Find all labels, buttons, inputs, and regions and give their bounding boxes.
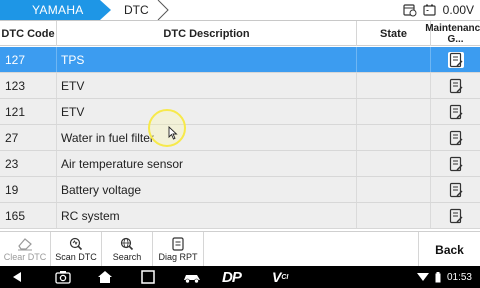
battery-status-icon bbox=[435, 271, 441, 282]
maintenance-guide-cell bbox=[431, 203, 480, 228]
camera-icon[interactable] bbox=[55, 269, 71, 285]
table-row[interactable]: 19 Battery voltage bbox=[0, 177, 480, 203]
settings-clock-icon[interactable] bbox=[403, 3, 417, 17]
dtc-code: 165 bbox=[0, 203, 57, 228]
maintenance-guide-cell bbox=[431, 99, 480, 124]
recent-apps-icon[interactable] bbox=[141, 269, 155, 285]
table-row[interactable]: 127 TPS bbox=[0, 47, 480, 73]
breadcrumb-brand[interactable]: YAMAHA bbox=[0, 0, 111, 20]
vehicle-icon[interactable] bbox=[182, 269, 202, 285]
mouse-pointer-icon bbox=[168, 126, 178, 140]
maintenance-guide-icon[interactable] bbox=[448, 208, 464, 224]
dtc-code: 19 bbox=[0, 177, 57, 202]
voltage-readout: 0.00V bbox=[442, 3, 474, 17]
wifi-icon bbox=[416, 273, 429, 281]
maintenance-guide-icon[interactable] bbox=[448, 182, 464, 198]
table-row[interactable]: 23 Air temperature sensor bbox=[0, 151, 480, 177]
vci-logo-sub: CI bbox=[281, 273, 289, 281]
maintenance-guide-icon[interactable] bbox=[448, 104, 464, 120]
dtc-state bbox=[357, 47, 431, 72]
diag-report-label: Diag RPT bbox=[158, 252, 198, 262]
vci-logo-text: V bbox=[272, 269, 282, 285]
maintenance-guide-icon[interactable] bbox=[448, 130, 464, 146]
system-nav-bar: DP V CI 01:53 bbox=[0, 266, 480, 288]
maintenance-guide-cell bbox=[431, 125, 480, 150]
maintenance-guide-icon[interactable] bbox=[448, 156, 464, 172]
maintenance-guide-cell bbox=[431, 177, 480, 202]
dtc-code: 127 bbox=[0, 47, 57, 72]
table-row[interactable]: 123 ETV bbox=[0, 73, 480, 99]
clear-dtc-label: Clear DTC bbox=[3, 252, 47, 262]
clear-dtc-button[interactable]: Clear DTC bbox=[0, 232, 51, 267]
table-row[interactable]: 121 ETV bbox=[0, 99, 480, 125]
back-button[interactable]: Back bbox=[418, 232, 480, 267]
dtc-description: TPS bbox=[57, 47, 357, 72]
vci-logo[interactable]: V CI bbox=[272, 269, 288, 285]
dtc-state bbox=[357, 151, 431, 176]
column-header-code: DTC Code bbox=[0, 21, 57, 46]
dtc-state bbox=[357, 177, 431, 202]
nav-back-icon[interactable] bbox=[10, 269, 24, 285]
dtc-description: Water in fuel filter bbox=[57, 125, 357, 150]
eraser-icon bbox=[18, 238, 32, 251]
dtc-table: DTC Code DTC Description State Maintenan… bbox=[0, 21, 480, 231]
scan-dtc-button[interactable]: Scan DTC bbox=[51, 232, 102, 267]
dtc-state bbox=[357, 125, 431, 150]
dtc-state bbox=[357, 99, 431, 124]
dtc-state bbox=[357, 73, 431, 98]
breadcrumb-separator-icon bbox=[157, 0, 169, 20]
search-label: Search bbox=[112, 252, 142, 262]
battery-icon bbox=[423, 3, 437, 17]
touch-indicator bbox=[148, 109, 186, 147]
dtc-description: RC system bbox=[57, 203, 357, 228]
home-icon[interactable] bbox=[97, 269, 113, 285]
bottom-toolbar: Clear DTC Scan DTC Search Diag RPT Back bbox=[0, 231, 480, 267]
dtc-description: ETV bbox=[57, 73, 357, 98]
maintenance-guide-icon[interactable] bbox=[448, 78, 464, 94]
dp-logo[interactable]: DP bbox=[222, 269, 242, 286]
diag-report-button[interactable]: Diag RPT bbox=[153, 232, 204, 267]
dtc-code: 123 bbox=[0, 73, 57, 98]
header-status: 0.00V bbox=[403, 0, 474, 20]
scan-magnifier-icon bbox=[69, 237, 83, 251]
maintenance-guide-cell bbox=[431, 151, 480, 176]
clock: 01:53 bbox=[446, 271, 472, 283]
table-header: DTC Code DTC Description State Maintenan… bbox=[0, 21, 480, 46]
dtc-description: Air temperature sensor bbox=[57, 151, 357, 176]
search-globe-icon bbox=[120, 237, 134, 251]
column-header-description: DTC Description bbox=[57, 21, 357, 46]
dtc-description: Battery voltage bbox=[57, 177, 357, 202]
dtc-code: 23 bbox=[0, 151, 57, 176]
system-status: 01:53 bbox=[416, 269, 472, 285]
report-icon bbox=[172, 237, 184, 251]
dtc-description: ETV bbox=[57, 99, 357, 124]
search-button[interactable]: Search bbox=[102, 232, 153, 267]
column-header-state: State bbox=[357, 21, 431, 46]
dtc-state bbox=[357, 203, 431, 228]
maintenance-guide-cell bbox=[431, 73, 480, 98]
scan-dtc-label: Scan DTC bbox=[55, 252, 97, 262]
top-bar: YAMAHA DTC 0.00V bbox=[0, 0, 480, 21]
column-header-maintenance: Maintenance G... bbox=[425, 22, 480, 45]
dtc-code: 27 bbox=[0, 125, 57, 150]
maintenance-guide-cell bbox=[431, 47, 480, 72]
table-row[interactable]: 165 RC system bbox=[0, 203, 480, 229]
maintenance-guide-icon[interactable] bbox=[447, 51, 464, 68]
table-row[interactable]: 27 Water in fuel filter bbox=[0, 125, 480, 151]
dtc-code: 121 bbox=[0, 99, 57, 124]
